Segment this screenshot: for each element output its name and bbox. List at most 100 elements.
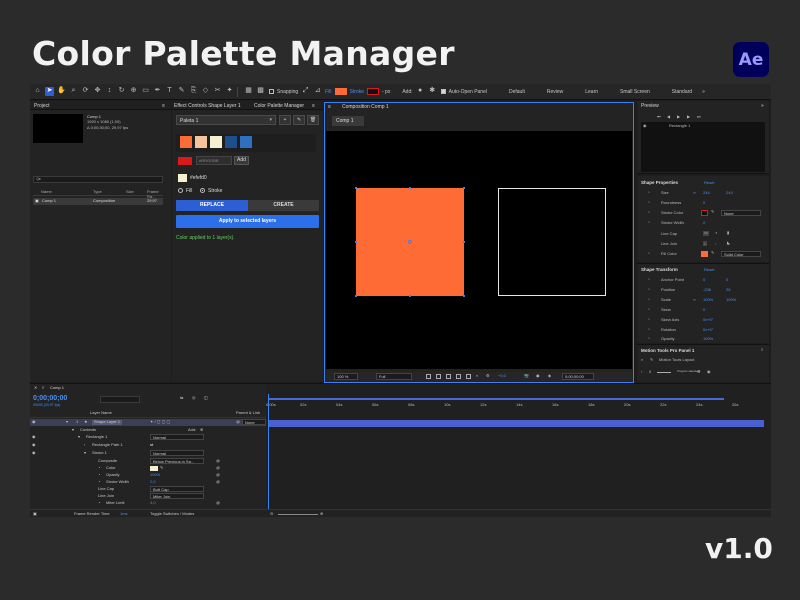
timeline-tracks[interactable]: 0:00s 02s 04s 06s 08s 10s 12s 14s 16s 18… — [266, 384, 771, 517]
path-direction-icon[interactable]: ⇄ — [150, 442, 153, 448]
expression-pickwhip-icon[interactable]: @ — [216, 465, 220, 471]
composite-dropdown[interactable]: Below Previous in Sa... — [150, 458, 204, 464]
swatch-5[interactable] — [240, 136, 252, 148]
anchor-point-marker[interactable] — [408, 240, 412, 244]
zoom-dropdown[interactable]: 100 % — [334, 373, 358, 380]
zoom-out-icon[interactable]: ⊖ — [270, 511, 273, 517]
eye-icon[interactable]: ◉ — [32, 442, 36, 448]
stopwatch-icon[interactable]: ◔ — [647, 307, 650, 313]
stopwatch-icon[interactable]: ◔ — [647, 220, 650, 226]
miter-limit-row[interactable]: ◔ Miter Limit 4,0 @ — [30, 500, 266, 507]
size-width[interactable]: 244 — [703, 190, 710, 196]
rotation-value[interactable]: 0x+0° — [703, 327, 713, 333]
expand-arrow-icon[interactable]: ▾ — [78, 434, 80, 440]
skew-value[interactable]: 0 — [703, 307, 705, 313]
swatch-2[interactable] — [195, 136, 207, 148]
hand-tool-icon[interactable]: ✋ — [57, 87, 66, 96]
motion-tools-value[interactable]: 0 — [649, 369, 651, 375]
stopwatch-icon[interactable]: ◔ — [98, 479, 100, 485]
workspace-small-screen[interactable]: Small Screen — [620, 89, 650, 95]
delete-palette-button[interactable]: 🗑 — [307, 115, 319, 125]
palette-select[interactable]: Paleta 1 ▾ — [176, 115, 276, 125]
stopwatch-icon[interactable]: ◔ — [647, 200, 650, 206]
panel-overflow-icon[interactable]: » — [761, 103, 764, 109]
col-size[interactable]: Size — [126, 189, 134, 195]
pan-behind-icon[interactable]: ⊕ — [129, 87, 138, 96]
stopwatch-icon[interactable]: ◔ — [647, 327, 650, 333]
zoom-tool-icon[interactable]: ⌕ — [69, 87, 78, 96]
handle-bm[interactable] — [409, 295, 411, 297]
panel-menu-icon[interactable]: ≡ — [312, 103, 315, 109]
panel-menu-icon[interactable]: ≡ — [42, 385, 44, 391]
align-icon[interactable]: ▦ — [244, 87, 253, 96]
layer-duration-bar[interactable] — [268, 420, 764, 427]
rectangle-path-1-row[interactable]: ◉ › Rectangle Path 1 ⇄ — [30, 442, 266, 449]
tab-effect-controls[interactable]: Effect Controls Shape Layer 1 — [174, 103, 250, 109]
line-join-row[interactable]: Line Join Miter Join — [30, 493, 266, 500]
eyedropper-icon[interactable]: ✎ — [711, 209, 714, 215]
region-icon[interactable] — [426, 374, 431, 379]
size-link-icon[interactable]: ∞ — [693, 190, 696, 196]
toggle-icon[interactable]: ◉ — [707, 369, 711, 375]
show-snapshot-icon[interactable]: ◉ — [536, 373, 540, 379]
rectangle-tool-icon[interactable]: ▭ — [141, 87, 150, 96]
eraser-tool-icon[interactable]: ◇ — [201, 87, 210, 96]
rotate-tool-icon[interactable]: ↻ — [117, 87, 126, 96]
pen-icon[interactable]: ✎ — [650, 357, 653, 363]
col-name[interactable]: Name — [41, 189, 52, 195]
roto-tool-icon[interactable]: ✂ — [213, 87, 222, 96]
round-cap-icon[interactable]: ◖ — [715, 230, 717, 236]
color-swatch[interactable] — [150, 466, 158, 471]
layer-switches[interactable]: ✦ / ▢ ▢ ▢ — [150, 419, 170, 425]
stopwatch-icon[interactable]: ◔ — [647, 317, 650, 323]
round-join-icon[interactable]: ◟ — [715, 240, 717, 246]
shape-transform-reset[interactable]: Reset — [704, 267, 714, 273]
puppet-tool-icon[interactable]: ✦ — [225, 87, 234, 96]
zoom-in-icon[interactable]: ⊕ — [320, 511, 323, 517]
clone-tool-icon[interactable]: ⎘ — [189, 87, 198, 96]
handle-tl[interactable] — [355, 187, 357, 189]
step-forward-icon[interactable]: ▶ — [687, 114, 690, 120]
graph-editor-icon[interactable]: ◫ — [204, 395, 208, 401]
position-y[interactable]: 25 — [726, 287, 730, 293]
stroke-color-swatch[interactable] — [701, 210, 708, 216]
settings-icon[interactable]: ⚙ — [697, 369, 701, 375]
resolution-dropdown[interactable]: Full — [376, 373, 412, 380]
skew-axis-value[interactable]: 0x+0° — [703, 317, 713, 323]
expand-arrow-icon[interactable]: ▾ — [84, 450, 86, 456]
play-icon[interactable]: ▶ — [677, 114, 680, 120]
comp-flowchart-icon[interactable]: ⇆ — [180, 395, 183, 401]
stopwatch-icon[interactable]: ◔ — [98, 500, 100, 506]
handle-bl[interactable] — [355, 295, 357, 297]
swatch-4[interactable] — [225, 136, 237, 148]
add-palette-button[interactable]: + — [279, 115, 291, 125]
skip-start-icon[interactable]: ⏮ — [657, 114, 661, 120]
stroke-width-value[interactable]: 2,0 — [150, 479, 156, 485]
search-icon[interactable]: ⌕ — [641, 357, 643, 363]
timecode-display[interactable]: 0;00;00;00 — [562, 373, 594, 380]
fast-previews-icon[interactable]: ⚙ — [486, 373, 490, 379]
line-cap-row[interactable]: Line Cap Butt Cap — [30, 486, 266, 493]
composite-row[interactable]: Composite Below Previous in Sa... @ — [30, 458, 266, 465]
rectangle-1-mode[interactable]: Normal — [150, 434, 204, 440]
handle-tm[interactable] — [409, 187, 411, 189]
butt-cap-icon[interactable]: ▭ — [703, 230, 709, 236]
position-x[interactable]: -236 — [703, 287, 711, 293]
fill-radio[interactable] — [178, 188, 183, 193]
anchor-y[interactable]: 0 — [726, 277, 728, 283]
apply-to-selected-button[interactable]: Apply to selected layers — [176, 215, 319, 228]
stopwatch-icon[interactable]: ◔ — [647, 251, 650, 257]
edit-palette-button[interactable]: ✎ — [293, 115, 305, 125]
panel-menu-icon[interactable]: ≡ — [761, 347, 763, 353]
line-cap-dropdown[interactable]: Butt Cap — [150, 486, 204, 492]
replace-button[interactable]: REPLACE — [176, 200, 248, 211]
stroke-label[interactable]: Stroke — [350, 89, 364, 95]
stroke-width-row[interactable]: ◔ Stroke Width 2,0 @ — [30, 479, 266, 486]
selection-tool-icon[interactable]: ➤ — [45, 87, 54, 96]
stroke-color-swatch[interactable] — [366, 88, 379, 95]
expression-pickwhip-icon[interactable]: @ — [216, 500, 220, 506]
swatch-1[interactable] — [180, 136, 192, 148]
handle-tr[interactable] — [463, 187, 465, 189]
layer-row-shape-layer-1[interactable]: ◉ ▾ 1 ★ Shape Layer 1 ✦ / ▢ ▢ ▢ @ None — [30, 419, 266, 426]
stopwatch-icon[interactable]: ◔ — [98, 465, 100, 471]
